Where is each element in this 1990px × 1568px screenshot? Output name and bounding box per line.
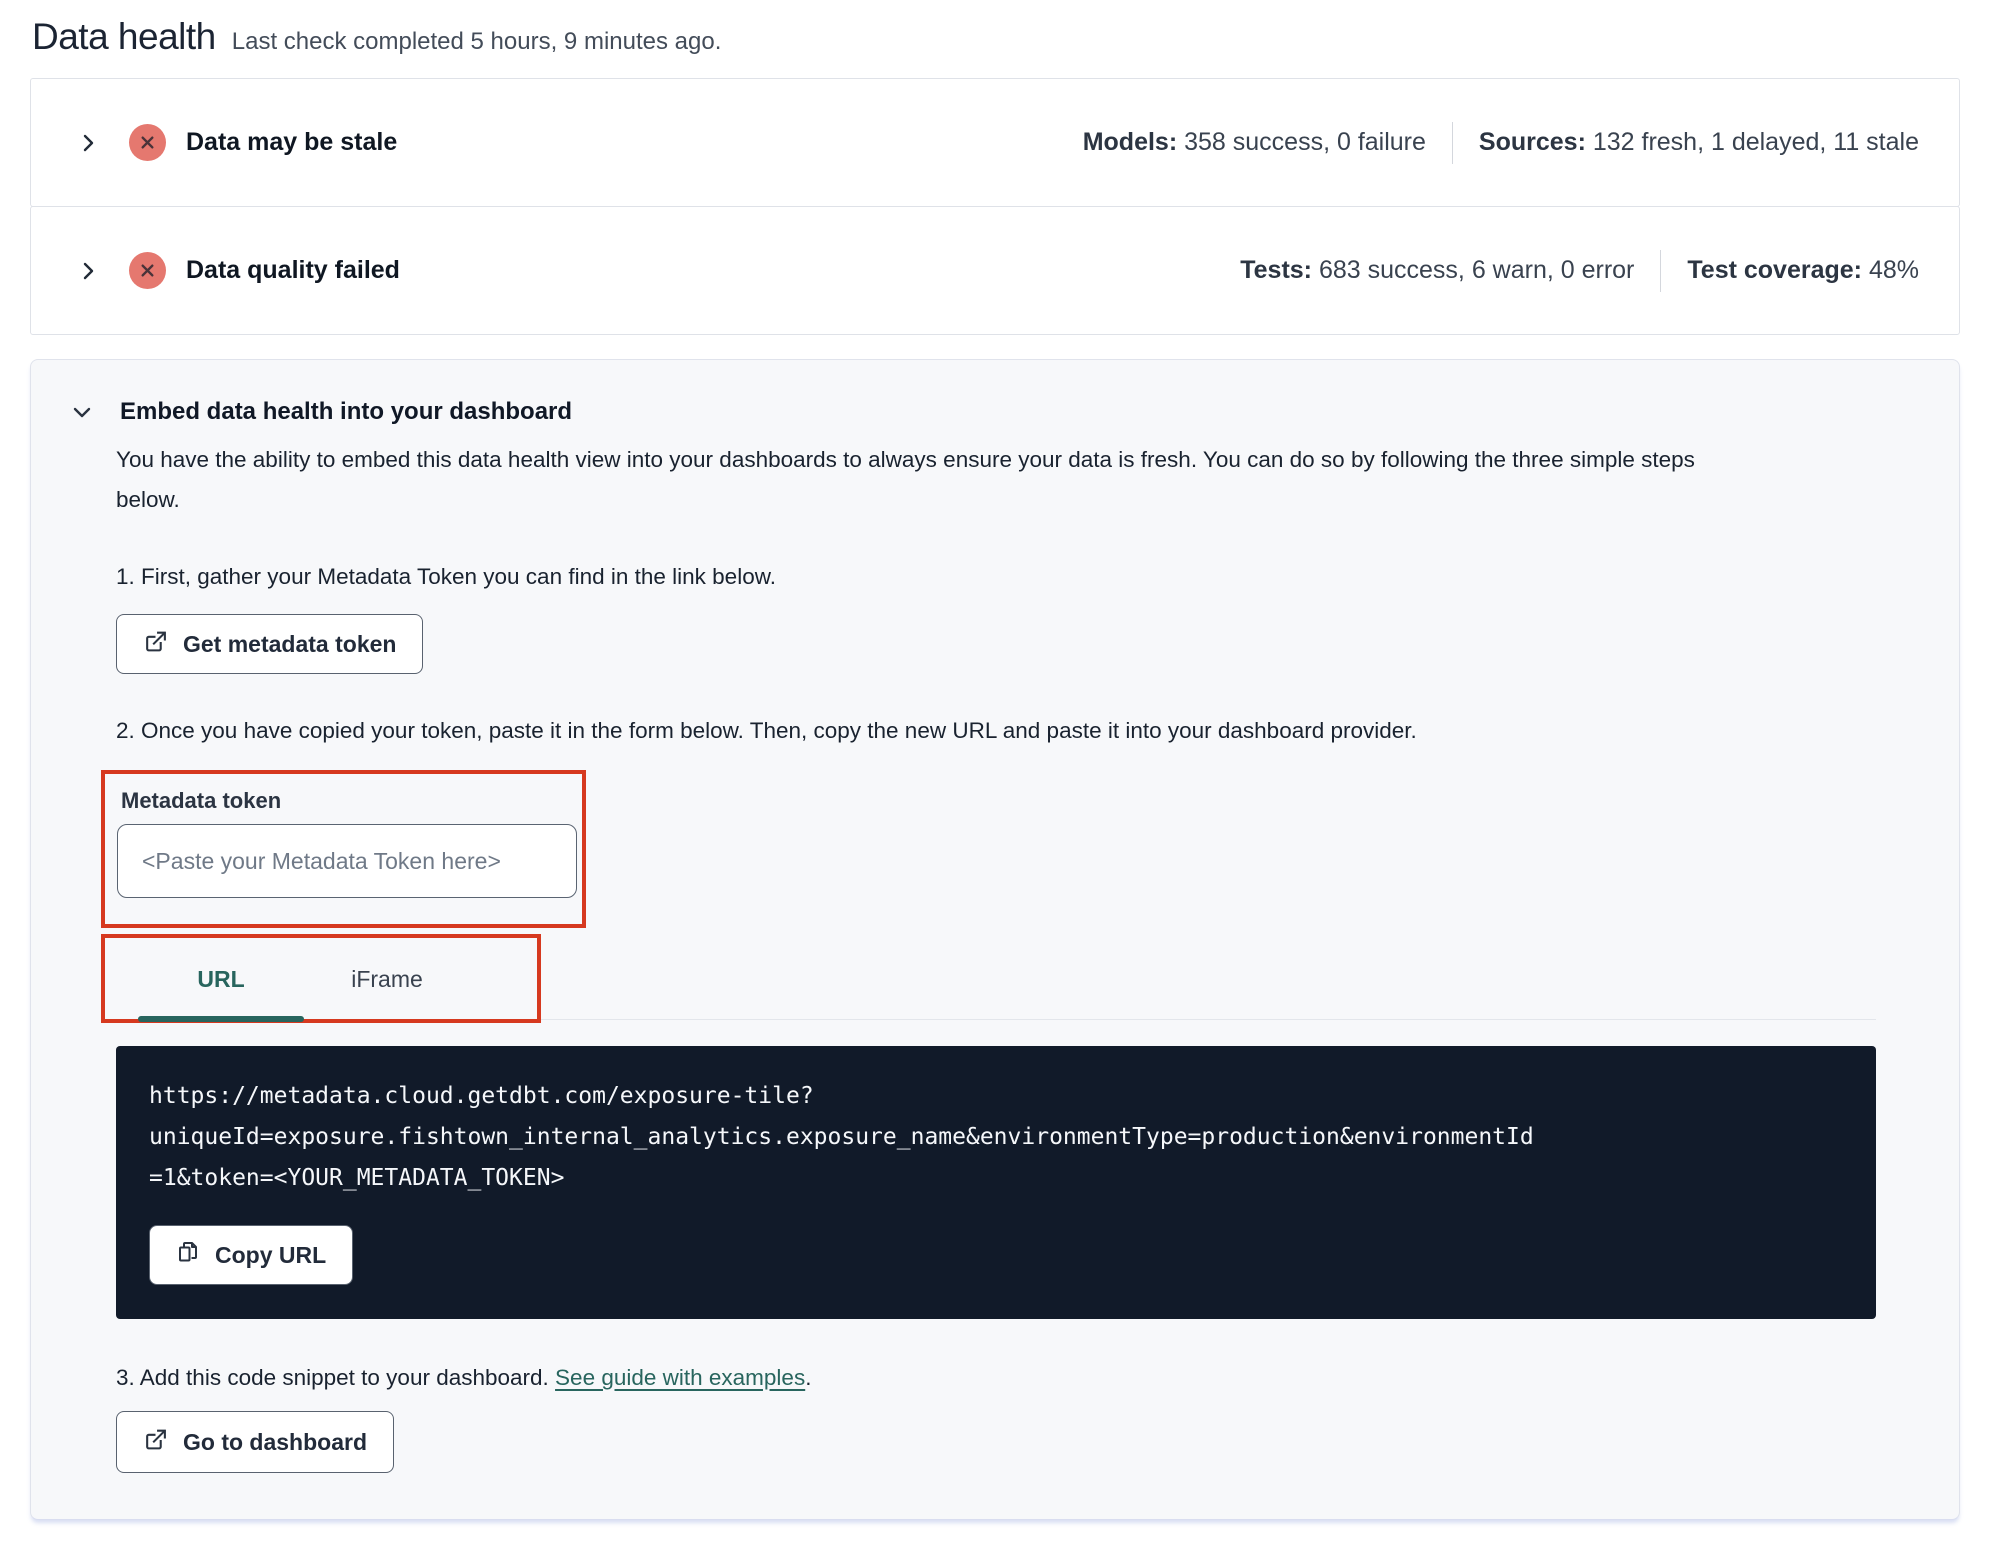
- external-link-icon: [143, 1427, 168, 1458]
- stat-divider: [1660, 249, 1662, 292]
- code-line: uniqueId=exposure.fishtown_internal_anal…: [149, 1124, 1534, 1150]
- go-to-dashboard-label: Go to dashboard: [183, 1428, 367, 1455]
- data-health-page: Data health Last check completed 5 hours…: [0, 0, 1990, 1520]
- step-3-prefix: 3. Add this code snippet to your dashboa…: [116, 1365, 556, 1390]
- annotation-box-token-field: Metadata token: [101, 770, 586, 928]
- embed-url-code-block: https://metadata.cloud.getdbt.com/exposu…: [116, 1046, 1876, 1319]
- tab-url[interactable]: URL: [138, 940, 304, 1022]
- step-2-text: 2. Once you have copied your token, past…: [116, 718, 1417, 743]
- step-1-text: 1. First, gather your Metadata Token you…: [116, 564, 776, 589]
- panel-title: Data may be stale: [186, 128, 398, 156]
- chevron-down-icon[interactable]: [69, 399, 95, 425]
- copy-icon: [176, 1240, 200, 1270]
- embed-section-header: Embed data health into your dashboard: [69, 398, 1905, 426]
- get-metadata-token-button[interactable]: Get metadata token: [116, 614, 424, 674]
- go-to-dashboard-button[interactable]: Go to dashboard: [116, 1411, 394, 1473]
- error-status-icon: [129, 124, 166, 161]
- panel-data-may-be-stale: Data may be stale Models: 358 success, 0…: [30, 78, 1960, 207]
- error-status-icon: [129, 252, 166, 289]
- embed-section-body: You have the ability to embed this data …: [101, 440, 1905, 1473]
- embed-section-title: Embed data health into your dashboard: [120, 398, 573, 425]
- metadata-token-label: Metadata token: [121, 788, 282, 813]
- page-title: Data health: [32, 16, 216, 57]
- sources-stat: Sources: 132 fresh, 1 delayed, 11 stale: [1478, 128, 1919, 156]
- external-link-icon: [143, 629, 168, 660]
- code-line: https://metadata.cloud.getdbt.com/exposu…: [149, 1083, 814, 1109]
- panel-data-quality-failed: Data quality failed Tests: 683 success, …: [30, 206, 1960, 335]
- copy-url-button[interactable]: Copy URL: [149, 1225, 354, 1285]
- tab-iframe[interactable]: iFrame: [304, 940, 470, 1019]
- metadata-token-input[interactable]: [117, 824, 577, 898]
- stat-divider: [1451, 121, 1453, 164]
- embed-description: You have the ability to embed this data …: [116, 447, 1695, 512]
- tests-stat: Tests: 683 success, 6 warn, 0 error: [1240, 256, 1635, 284]
- copy-url-label: Copy URL: [215, 1241, 327, 1268]
- models-stat: Models: 358 success, 0 failure: [1082, 128, 1426, 156]
- see-guide-link[interactable]: See guide with examples: [555, 1365, 805, 1390]
- panel-title: Data quality failed: [186, 256, 400, 284]
- output-format-tabs: URL iFrame: [116, 940, 1876, 1022]
- code-line: =1&token=<YOUR_METADATA_TOKEN>: [149, 1165, 565, 1191]
- get-metadata-token-label: Get metadata token: [183, 630, 397, 657]
- panel-stats: Tests: 683 success, 6 warn, 0 error Test…: [1240, 249, 1919, 292]
- test-coverage-stat: Test coverage: 48%: [1687, 256, 1919, 284]
- chevron-right-icon[interactable]: [75, 130, 101, 156]
- step-3-text: 3. Add this code snippet to your dashboa…: [116, 1365, 1905, 1391]
- embed-section: Embed data health into your dashboard Yo…: [30, 359, 1960, 1520]
- output-format-tab-area: URL iFrame: [101, 934, 1905, 1023]
- panel-stats: Models: 358 success, 0 failure Sources: …: [1082, 121, 1919, 164]
- last-check-status: Last check completed 5 hours, 9 minutes …: [231, 28, 722, 55]
- step-3-suffix: .: [805, 1365, 812, 1390]
- chevron-right-icon[interactable]: [75, 258, 101, 284]
- page-header: Data health Last check completed 5 hours…: [32, 16, 1960, 58]
